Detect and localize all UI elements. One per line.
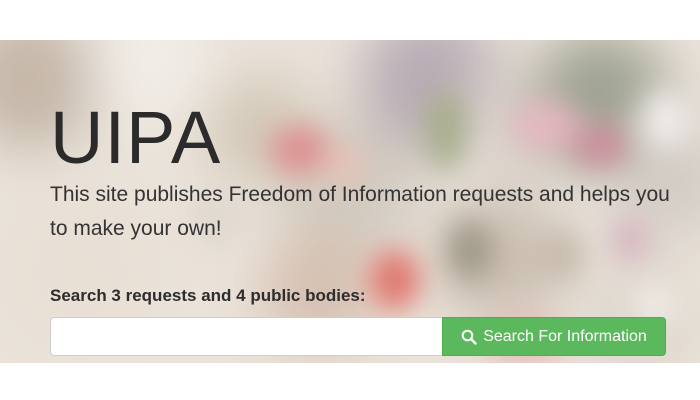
search-icon bbox=[461, 329, 477, 345]
search-label: Search 3 requests and 4 public bodies: bbox=[50, 286, 366, 305]
hero-content: UIPA This site publishes Freedom of Info… bbox=[50, 40, 690, 363]
site-tagline: This site publishes Freedom of Informati… bbox=[50, 183, 670, 240]
hero-banner: UIPA This site publishes Freedom of Info… bbox=[0, 40, 700, 363]
search-button-label: Search For Information bbox=[483, 327, 647, 345]
search-button[interactable]: Search For Information bbox=[442, 317, 666, 356]
search-form: Search For Information bbox=[50, 317, 666, 356]
page: UIPA This site publishes Freedom of Info… bbox=[0, 0, 700, 400]
site-title: UIPA bbox=[50, 96, 222, 179]
search-input[interactable] bbox=[50, 317, 442, 356]
